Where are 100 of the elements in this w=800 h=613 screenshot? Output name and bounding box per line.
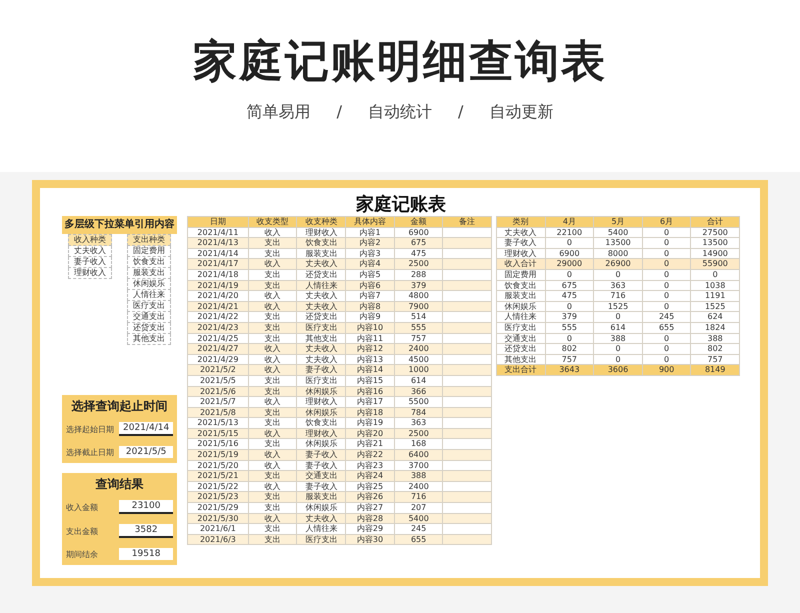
table-cell: 2021/5/5 xyxy=(188,375,248,386)
table-cell: 2021/5/23 xyxy=(188,492,248,503)
list-item: 其他支出 xyxy=(127,334,172,345)
table-cell: 支出 xyxy=(248,418,297,428)
table-cell: 379 xyxy=(545,312,594,322)
table-cell: 医疗支出 xyxy=(296,375,346,386)
table-cell: 饮食支出 xyxy=(496,280,546,291)
value-field[interactable]: 19518 xyxy=(119,548,174,560)
table-cell: 2021/4/18 xyxy=(188,269,248,280)
table-cell: 245 xyxy=(642,312,691,322)
table-cell: 288 xyxy=(394,269,443,280)
table-cell: 0 xyxy=(594,312,642,322)
table-cell: 休闲娱乐 xyxy=(496,301,546,312)
table-cell: 2021/5/2 xyxy=(188,364,248,376)
field-label: 选择起始日期 xyxy=(66,424,114,434)
field-label: 期间结余 xyxy=(66,548,98,560)
table-cell: 支出合计 xyxy=(496,364,546,376)
table-cell: 13500 xyxy=(690,238,740,248)
table-cell: 655 xyxy=(642,322,691,334)
value-field[interactable]: 2021/4/14 xyxy=(119,422,174,436)
table-cell: 0 xyxy=(545,301,594,312)
table-cell: 服装支出 xyxy=(496,290,546,302)
list-item: 妻子收入 xyxy=(68,257,112,268)
table-cell: 207 xyxy=(394,502,443,514)
table-cell: 388 xyxy=(690,333,740,344)
table-cell: 支出 xyxy=(248,524,297,534)
table-cell: 22100 xyxy=(545,227,594,238)
value-field[interactable]: 2021/5/5 xyxy=(119,446,174,458)
list-item: 理财收入 xyxy=(68,268,112,279)
table-cell: 2021/5/13 xyxy=(188,418,248,428)
column-header: 类别 xyxy=(496,216,546,228)
subtitle-text: 简单易用 xyxy=(246,102,311,123)
table-cell: 0 xyxy=(642,290,691,302)
table-cell: 医疗支出 xyxy=(496,322,546,334)
column-header: 具体内容 xyxy=(346,216,394,228)
column-header: 备注 xyxy=(442,216,492,228)
table-cell: 2021/5/29 xyxy=(188,502,248,514)
field-label: 收入金额 xyxy=(66,502,98,512)
table-cell: 0 xyxy=(642,280,691,291)
table-cell: 13500 xyxy=(594,238,642,248)
table-cell: 2021/5/15 xyxy=(188,428,248,439)
table-cell: 内容29 xyxy=(346,524,394,534)
table-cell: 1191 xyxy=(690,290,740,302)
table-cell: 收入 xyxy=(248,396,297,408)
table-cell: 支出 xyxy=(248,375,297,386)
field-label: 选择截止日期 xyxy=(66,446,114,458)
table-cell: 2021/5/6 xyxy=(188,386,248,397)
value-field[interactable]: 23100 xyxy=(119,500,174,514)
table-cell: 内容15 xyxy=(346,375,394,386)
list-header: 收入种类 xyxy=(68,234,112,246)
table-cell: 2021/4/27 xyxy=(188,344,248,354)
table-cell: 1525 xyxy=(594,301,642,312)
table-cell: 245 xyxy=(394,524,443,534)
table-cell: 514 xyxy=(394,312,443,322)
table-cell: 支出 xyxy=(248,502,297,514)
column-header: 金额 xyxy=(394,216,443,228)
table-cell: 休闲娱乐 xyxy=(296,502,346,514)
table-cell: 收入合计 xyxy=(496,258,546,270)
table-cell: 还贷支出 xyxy=(496,344,546,354)
table-cell: 388 xyxy=(594,333,642,344)
table-cell: 0 xyxy=(545,333,594,344)
panel-title: 选择查询起止时间 xyxy=(70,398,169,415)
table-cell: 675 xyxy=(545,280,594,291)
column-header: 合计 xyxy=(690,216,740,228)
table-cell: 27500 xyxy=(690,227,740,238)
table-cell: 0 xyxy=(690,269,740,280)
table-cell: 0 xyxy=(642,227,691,238)
table-cell: 802 xyxy=(545,344,594,354)
page-title: 家庭记账明细查询表 xyxy=(193,36,607,88)
table-cell: 0 xyxy=(594,344,642,354)
table-cell: 363 xyxy=(594,280,642,291)
table-cell: 内容27 xyxy=(346,502,394,514)
table-cell: 2021/5/21 xyxy=(188,470,248,482)
table-cell: 内容5 xyxy=(346,269,394,280)
table-cell: 丈夫收入 xyxy=(296,290,346,302)
list-item: 还贷支出 xyxy=(127,323,172,334)
column-header: 收支种类 xyxy=(296,216,346,228)
table-cell: 2021/4/19 xyxy=(188,280,248,291)
table-cell: 还贷支出 xyxy=(296,312,346,322)
table-cell: 丈夫收入 xyxy=(496,227,546,238)
table-cell: 饮食支出 xyxy=(296,418,346,428)
table-cell: 理财收入 xyxy=(296,396,346,408)
table-cell: 2021/5/8 xyxy=(188,407,248,418)
table-cell: 1824 xyxy=(690,322,740,334)
table-cell: 0 xyxy=(642,238,691,248)
list-item: 休闲娱乐 xyxy=(127,279,172,290)
table-cell: 0 xyxy=(545,269,594,280)
subtitle-text: 自动更新 xyxy=(489,102,554,123)
list-item: 服装支出 xyxy=(127,268,172,279)
column-header: 收支类型 xyxy=(248,216,297,228)
table-cell: 614 xyxy=(594,322,642,334)
table-cell: 2021/6/3 xyxy=(188,534,248,545)
table-cell: 802 xyxy=(690,344,740,354)
column-header: 日期 xyxy=(188,216,248,228)
value-field[interactable]: 3582 xyxy=(119,524,174,538)
list-item: 饮食支出 xyxy=(127,257,172,268)
table-cell: 内容9 xyxy=(346,312,394,322)
table-cell: 614 xyxy=(394,375,443,386)
column-header: 6月 xyxy=(642,216,691,228)
table-cell: 还贷支出 xyxy=(296,269,346,280)
